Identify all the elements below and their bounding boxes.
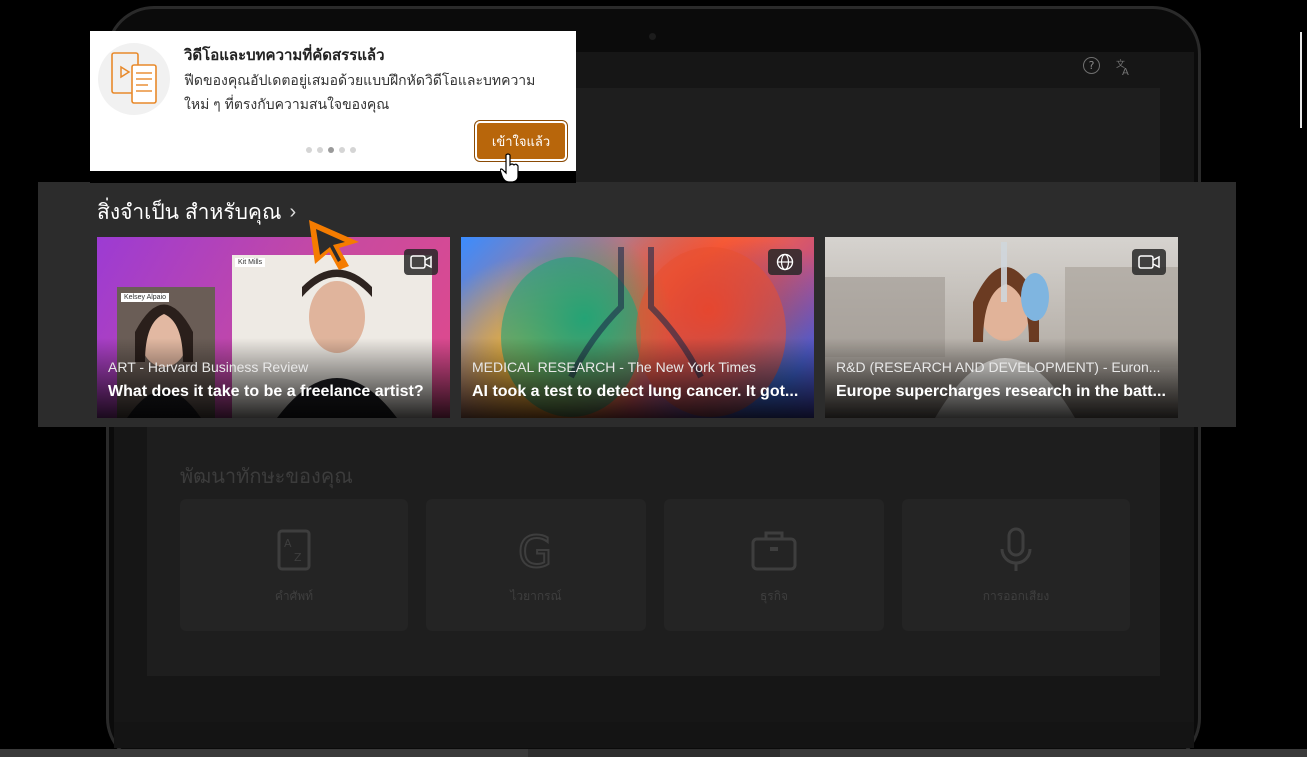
svg-text:A: A xyxy=(1122,67,1129,76)
screen-bezel-bottom xyxy=(114,722,1194,748)
arrow-pointer-icon xyxy=(305,216,363,276)
participant-label: Kit Mills xyxy=(235,258,266,267)
skill-card-vocabulary[interactable]: AZ คำศัพท์ xyxy=(180,499,408,631)
pagination-dot[interactable] xyxy=(317,147,323,153)
help-icon[interactable]: ? xyxy=(1083,57,1100,74)
pagination-dot[interactable] xyxy=(339,147,345,153)
skill-card-grammar[interactable]: G ไวยากรณ์ xyxy=(426,499,646,631)
chevron-right-icon: › xyxy=(289,201,297,223)
essentials-heading: สิ่งจำเป็น สำหรับคุณ xyxy=(97,201,282,224)
skill-label: ไวยากรณ์ xyxy=(510,588,562,603)
card-title: AI took a test to detect lung cancer. It… xyxy=(472,383,799,400)
content-card-research[interactable]: R&D (RESEARCH AND DEVELOPMENT) - Euron..… xyxy=(825,237,1178,418)
svg-text:G: G xyxy=(518,527,552,575)
card-gradient xyxy=(97,338,450,418)
pagination-dots xyxy=(306,147,356,153)
laptop-notch xyxy=(528,749,780,757)
curated-content-icon xyxy=(98,43,170,115)
got-it-button[interactable]: เข้าใจแล้ว xyxy=(477,123,565,159)
pagination-dot-active[interactable] xyxy=(328,147,334,153)
pagination-dot[interactable] xyxy=(350,147,356,153)
card-gradient xyxy=(825,338,1178,418)
edge-line xyxy=(1300,32,1302,128)
essentials-heading-link[interactable]: สิ่งจำเป็น สำหรับคุณ › xyxy=(97,196,296,229)
skill-label: การออกเสียง xyxy=(982,588,1050,603)
card-category: R&D (RESEARCH AND DEVELOPMENT) - Euron..… xyxy=(836,359,1161,375)
grammar-icon: G xyxy=(517,526,553,575)
svg-text:A: A xyxy=(284,537,292,550)
content-card-medical[interactable]: MEDICAL RESEARCH - The New York Times AI… xyxy=(461,237,814,418)
card-title: Europe supercharges research in the batt… xyxy=(836,383,1166,400)
card-category: ART - Harvard Business Review xyxy=(108,359,309,375)
briefcase-icon xyxy=(751,531,797,570)
dictionary-icon: AZ xyxy=(277,529,311,570)
onboarding-tooltip: วิดีโอและบทความที่คัดสรรแล้ว ฟีดของคุณอั… xyxy=(90,31,576,178)
tooltip-body: ฟีดของคุณอัปเดตอยู่เสมอด้วยแบบฝึกหัดวิดี… xyxy=(184,72,536,112)
webcam xyxy=(649,33,656,40)
card-title: What does it take to be a freelance arti… xyxy=(108,383,424,400)
tooltip-title: วิดีโอและบทความที่คัดสรรแล้ว xyxy=(184,47,385,64)
skill-label: ธุรกิจ xyxy=(759,588,789,603)
skill-label: คำศัพท์ xyxy=(274,588,314,603)
translate-icon[interactable]: 文A xyxy=(1114,57,1134,77)
globe-icon xyxy=(768,249,802,275)
skill-card-business[interactable]: ธุรกิจ xyxy=(664,499,884,631)
header-icons: ? 文A xyxy=(1083,57,1134,77)
pagination-dot[interactable] xyxy=(306,147,312,153)
video-icon xyxy=(1132,249,1166,275)
video-icon xyxy=(404,249,438,275)
hand-cursor-icon xyxy=(499,153,520,187)
skill-card-pronunciation[interactable]: การออกเสียง xyxy=(902,499,1130,631)
microphone-icon xyxy=(1000,527,1032,571)
participant-label: Kelsey Alpaio xyxy=(121,293,170,302)
card-category: MEDICAL RESEARCH - The New York Times xyxy=(472,359,756,375)
skills-heading: พัฒนาทักษะของคุณ xyxy=(180,466,353,488)
content-card-art[interactable]: Kelsey Alpaio Kit Mills ART - Harvard Bu… xyxy=(97,237,450,418)
card-gradient xyxy=(461,338,814,418)
svg-text:Z: Z xyxy=(294,551,302,564)
